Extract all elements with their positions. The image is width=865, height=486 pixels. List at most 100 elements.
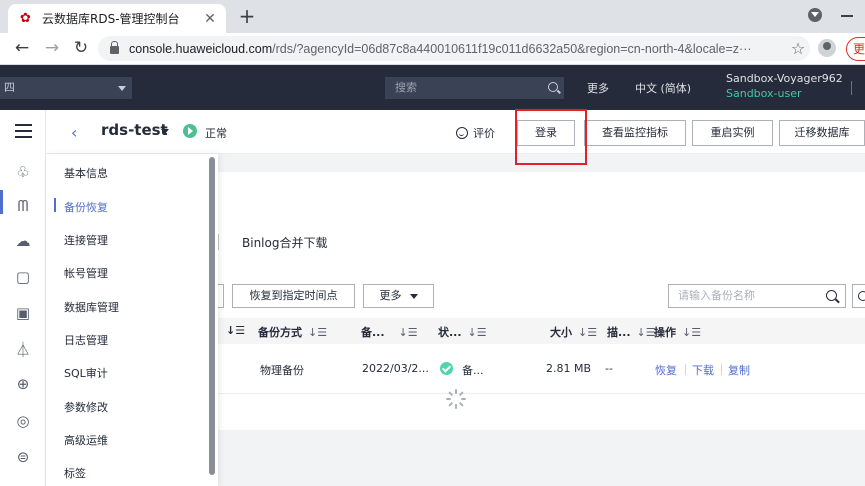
chevron-down-icon[interactable] (161, 129, 169, 134)
account-menu[interactable]: Sandbox-Voyager962 Sandbox-user (726, 71, 843, 101)
chevron-down-icon (118, 86, 126, 91)
cloud-service-icon[interactable]: ⊜ (13, 447, 33, 467)
header-divider (851, 81, 852, 95)
header-more-link[interactable]: 更多 (587, 80, 609, 96)
column-header[interactable]: 描... ↓☰ (607, 324, 656, 340)
loading-spinner-icon (446, 389, 466, 409)
lock-icon[interactable] (110, 41, 119, 54)
profile-avatar-icon[interactable] (818, 39, 836, 57)
more-button[interactable]: 更多 (363, 284, 434, 308)
backup-size: 2.81 MB (546, 362, 592, 375)
restore-link[interactable]: 恢复 (655, 362, 677, 378)
rail-active-indicator (0, 190, 3, 214)
menu-connection[interactable]: 连接管理 (64, 232, 108, 248)
filter-icon[interactable]: ↓☰ (308, 326, 327, 339)
storage-icon[interactable]: ▢ (13, 267, 33, 287)
tab-search-icon[interactable] (808, 8, 822, 22)
restore-to-point-button[interactable]: 恢复到指定时间点 (232, 284, 355, 308)
column-header[interactable]: 大小 ↓☰ (550, 324, 597, 340)
language-switch[interactable]: 中文 (简体) (635, 80, 691, 96)
action-divider (685, 364, 686, 375)
back-icon[interactable]: ‹ (71, 123, 77, 142)
header-search-input[interactable]: 搜索 (385, 77, 564, 99)
refresh-button[interactable] (852, 284, 865, 308)
sub-account-name: Sandbox-user (726, 87, 802, 100)
create-backup-button[interactable] (218, 284, 224, 308)
account-name: Sandbox-Voyager962 (726, 72, 843, 85)
search-icon[interactable] (826, 290, 837, 301)
tab-binlog-download[interactable]: Binlog合并下载 (242, 234, 327, 251)
huawei-logo-icon: ✿ (20, 10, 31, 26)
filter-icon[interactable]: ↓☰ (399, 326, 418, 339)
backup-time: 2022/03/2... (362, 362, 429, 375)
instance-name[interactable]: rds-test (101, 121, 168, 139)
migrate-db-button[interactable]: 迁移数据库 (779, 120, 865, 146)
service-list-icon[interactable]: ♧ (13, 162, 33, 182)
back-arrow-icon[interactable]: ← (11, 37, 33, 59)
backup-desc: -- (605, 362, 613, 375)
tab-divider (218, 234, 219, 250)
filter-icon[interactable]: ↓☰ (468, 326, 487, 339)
backup-method: 物理备份 (260, 364, 304, 377)
browser-toolbar: ← → ↻ console.huaweicloud.com/rds/?agenc… (0, 33, 865, 65)
document-icon[interactable]: ▣ (13, 303, 33, 323)
console-header: 四 搜索 更多 中文 (简体) Sandbox-Voyager962 Sandb… (0, 65, 865, 110)
instance-side-menu: 基本信息 备份恢复 连接管理 帐号管理 数据库管理 日志管理 SQL审计 参数修… (46, 154, 218, 486)
menu-icon[interactable] (15, 124, 32, 138)
tab-title: 云数据库RDS-管理控制台 (42, 12, 180, 26)
update-button[interactable]: 更 (846, 37, 865, 61)
view-metrics-button[interactable]: 查看监控指标 (584, 120, 686, 146)
browser-tab[interactable]: ✿ 云数据库RDS-管理控制台 ✕ (8, 4, 226, 33)
network-icon[interactable]: ⏃ (13, 340, 33, 360)
monitor-icon[interactable]: ᗰ (13, 196, 33, 216)
reload-icon[interactable]: ↻ (70, 37, 92, 59)
url-text[interactable]: console.huaweicloud.com/rds/?agencyId=06… (129, 42, 786, 56)
menu-backup-restore[interactable]: 备份恢复 (64, 199, 108, 215)
instance-header: ‹ rds-test 正常 评价 登录 查看监控指标 重启实例 迁移数据库 (46, 110, 865, 154)
filter-icon[interactable]: ↓☰ (578, 326, 597, 339)
ip-icon[interactable]: ◎ (13, 411, 33, 431)
backup-search-input[interactable]: 请输入备份名称 (668, 284, 846, 308)
smile-icon (456, 127, 468, 139)
minimize-window-icon[interactable] (841, 15, 853, 17)
new-tab-button[interactable]: + (236, 5, 258, 27)
rate-link[interactable]: 评价 (456, 125, 495, 141)
service-rail: ♧ ᗰ ☁ ▢ ▣ ⏃ ⊕ ◎ ⊜ (0, 110, 46, 486)
table-header: ↓☰ 备份方式 ↓☰ 备... ↓☰ 状... ↓☰ 大小 ↓☰ 描... ↓☰ 操作 ↓☰ (218, 318, 865, 344)
region-select[interactable]: 四 (0, 77, 132, 99)
menu-scrollbar[interactable] (209, 157, 215, 475)
column-header[interactable]: 操作 ↓☰ (654, 324, 701, 340)
menu-advanced-ops[interactable]: 高级运维 (64, 432, 108, 448)
reboot-button[interactable]: 重启实例 (692, 120, 773, 146)
filter-icon[interactable]: ↓☰ (226, 324, 245, 337)
menu-sql-audit[interactable]: SQL审计 (64, 365, 108, 381)
menu-accounts[interactable]: 帐号管理 (64, 265, 108, 281)
close-icon[interactable]: ✕ (202, 11, 218, 27)
menu-tags[interactable]: 标签 (64, 465, 86, 481)
menu-logs[interactable]: 日志管理 (64, 332, 108, 348)
filter-icon[interactable]: ↓☰ (637, 326, 656, 339)
copy-link[interactable]: 复制 (728, 362, 750, 378)
menu-parameters[interactable]: 参数修改 (64, 399, 108, 415)
check-circle-icon (440, 362, 453, 375)
download-link[interactable]: 下载 (692, 362, 714, 378)
action-divider (721, 364, 722, 375)
menu-databases[interactable]: 数据库管理 (64, 299, 119, 315)
address-bar[interactable]: console.huaweicloud.com/rds/?agencyId=06… (98, 36, 810, 61)
column-header[interactable]: 备... ↓☰ (361, 324, 418, 340)
globe-icon[interactable]: ⊕ (13, 374, 33, 394)
bookmark-star-icon[interactable]: ☆ (786, 39, 810, 58)
column-header[interactable]: 状... ↓☰ (438, 324, 487, 340)
status-running-icon (183, 124, 197, 138)
instance-status: 正常 (205, 127, 227, 140)
highlight-annotation (515, 109, 587, 165)
chevron-down-icon (409, 293, 418, 299)
menu-basic-info[interactable]: 基本信息 (64, 165, 108, 181)
forward-arrow-icon[interactable]: → (41, 37, 63, 59)
menu-active-indicator (54, 198, 56, 212)
cloud-icon[interactable]: ☁ (13, 231, 33, 251)
search-icon[interactable] (548, 82, 558, 92)
column-header[interactable]: 备份方式 ↓☰ (258, 324, 327, 340)
filter-icon[interactable]: ↓☰ (682, 326, 701, 339)
browser-tabstrip: ✿ 云数据库RDS-管理控制台 ✕ + (0, 0, 865, 33)
